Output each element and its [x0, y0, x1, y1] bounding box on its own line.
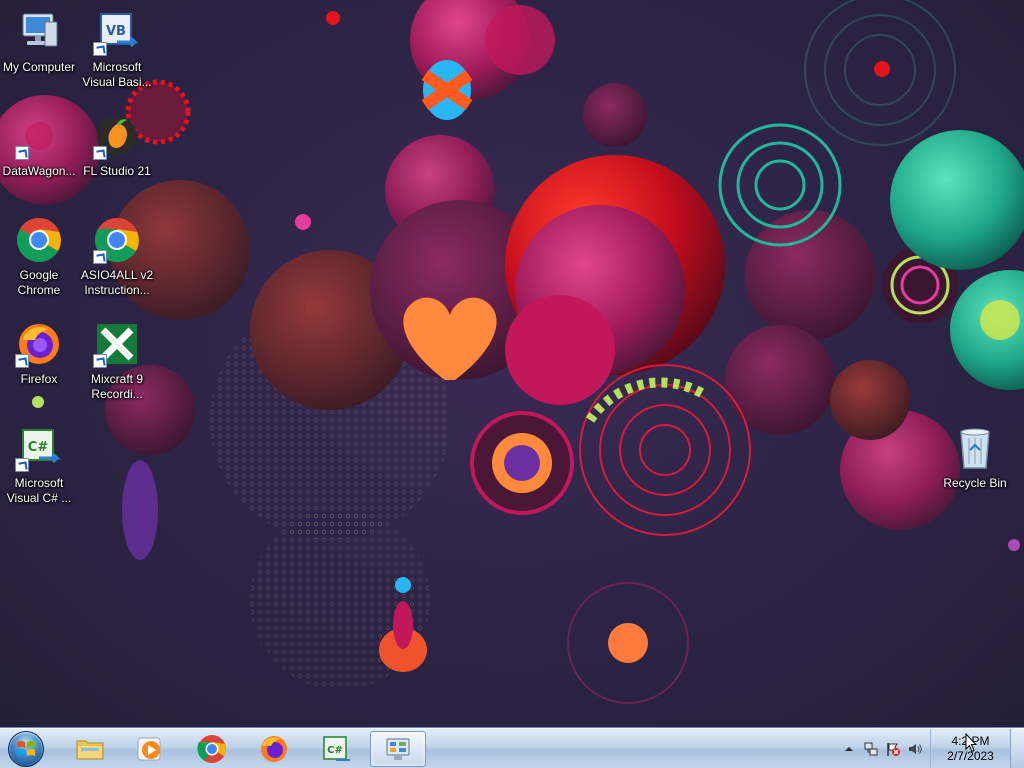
shortcut-arrow-icon — [93, 250, 107, 264]
firefox-icon — [15, 320, 63, 368]
csharp-icon: C# — [15, 424, 63, 472]
datawagon-icon — [15, 112, 63, 160]
desktop-icon-label: Firefox — [20, 372, 58, 386]
desktop-icon-mixcraft[interactable]: Mixcraft 9 Recordi... — [78, 320, 156, 402]
system-tray: 4:2 PM 2/7/2023 — [838, 729, 1024, 768]
desktop-icon-visual-csharp[interactable]: C# Microsoft Visual C# ... — [0, 424, 78, 506]
taskbar-media-player[interactable] — [122, 731, 178, 767]
shortcut-arrow-icon — [93, 354, 107, 368]
mixcraft-icon — [93, 320, 141, 368]
taskbar-windows-explorer[interactable] — [62, 731, 118, 767]
desktop-icon-asio4all[interactable]: ASIO4ALL v2 Instruction... — [78, 216, 156, 298]
desktop-icon-datawagon[interactable]: DataWagon... — [0, 112, 78, 179]
shortcut-arrow-icon — [93, 42, 107, 56]
chrome-icon — [93, 216, 141, 264]
desktop-icon-google-chrome[interactable]: Google Chrome — [0, 216, 78, 298]
firefox-icon — [258, 733, 290, 765]
windows-logo-icon — [8, 731, 44, 767]
shortcut-arrow-icon — [15, 354, 29, 368]
show-hidden-icons-arrow[interactable] — [838, 729, 860, 768]
start-button[interactable] — [6, 730, 46, 768]
shortcut-arrow-icon — [93, 146, 107, 160]
chrome-icon — [15, 216, 63, 264]
vb-icon: VB — [93, 8, 141, 56]
svg-text:C#: C# — [28, 440, 49, 455]
action-center-flag-icon[interactable] — [882, 729, 904, 768]
csharp-icon: C# — [320, 733, 352, 765]
taskbar-visual-csharp[interactable]: C# — [308, 731, 364, 767]
control-panel-icon — [382, 733, 414, 765]
desktop-icon-visual-basic[interactable]: VB Microsoft Visual Basi... — [78, 8, 156, 90]
fl-studio-icon — [93, 112, 141, 160]
desktop-icon-label: ASIO4ALL v2 Instruction... — [80, 268, 154, 297]
desktop-icon-label: My Computer — [2, 60, 76, 74]
desktop-icon-my-computer[interactable]: My Computer — [0, 8, 78, 75]
shortcut-arrow-icon — [15, 146, 29, 160]
desktop-icon-label: Recycle Bin — [943, 476, 1007, 490]
mouse-cursor-icon — [965, 733, 977, 753]
desktop-icon-label: DataWagon... — [2, 164, 76, 178]
network-icon[interactable] — [860, 729, 882, 768]
taskbar: C# 4:2 PM 2/7/2023 — [0, 728, 1024, 768]
desktop-icon-label: Google Chrome — [17, 268, 61, 297]
taskbar-firefox[interactable] — [246, 731, 302, 767]
recycle-bin-icon — [951, 424, 999, 472]
computer-icon — [15, 8, 63, 56]
desktop-icon-label: FL Studio 21 — [83, 164, 151, 178]
desktop-icon-recycle-bin[interactable]: Recycle Bin — [936, 424, 1014, 491]
desktop-icon-label: Microsoft Visual C# ... — [6, 476, 72, 505]
taskbar-chrome[interactable] — [184, 731, 240, 767]
chrome-icon — [196, 733, 228, 765]
desktop-icon-label: Mixcraft 9 Recordi... — [90, 372, 143, 401]
desktop-icon-fl-studio[interactable]: FL Studio 21 — [78, 112, 156, 179]
svg-text:C#: C# — [327, 745, 343, 756]
desktop-icon-firefox[interactable]: Firefox — [0, 320, 78, 387]
taskbar-control-panel[interactable] — [370, 731, 426, 767]
desktop-icon-label: Microsoft Visual Basi... — [82, 60, 152, 89]
media-player-icon — [134, 733, 166, 765]
shortcut-arrow-icon — [15, 458, 29, 472]
svg-text:VB: VB — [106, 24, 126, 39]
show-desktop-button[interactable] — [1010, 729, 1024, 768]
folder-icon — [74, 733, 106, 765]
volume-icon[interactable] — [904, 729, 926, 768]
